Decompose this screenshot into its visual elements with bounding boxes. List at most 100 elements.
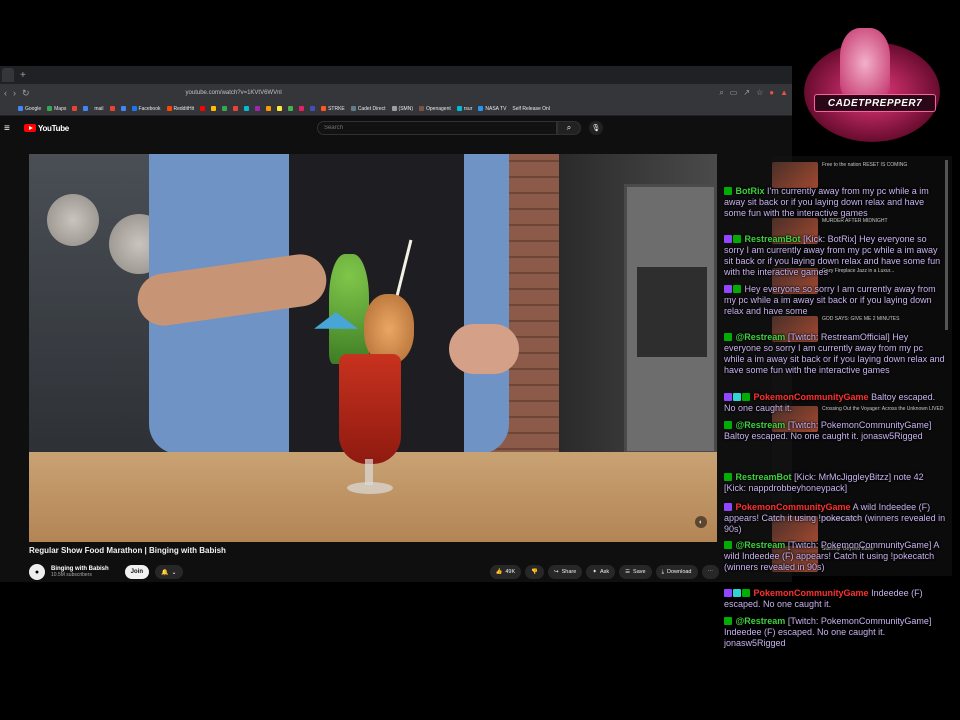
bookmark-favicon[interactable] [277,106,283,111]
url-field[interactable]: youtube.com/watch?v=1KVtV6WVnl [186,90,282,96]
chat-username: @Restream [735,616,786,626]
channel-watermark-icon[interactable]: ◐ [695,516,707,528]
share-button[interactable]: ↪ Share [548,565,583,579]
share-icon: ↪ [554,569,559,575]
twitch-badge-icon [724,503,732,511]
chevron-down-icon: ⌄ [171,569,177,576]
subscriber-count: 10.5M subscribers [51,572,92,578]
chat-message: RestreamBot [Kick: MrMcJiggleyBitzz] not… [724,472,946,494]
bookmark-favicon[interactable] [211,106,217,111]
bookmark-item[interactable]: rsur [456,106,472,112]
bookmark-item[interactable]: Self Release Onl [512,106,550,112]
chat-message: Hey everyone so sorry I am currently awa… [724,284,946,317]
share-page-icon[interactable]: ↗ [743,88,750,98]
channel-row: ● Binging with Babish 10.5M subscribers … [29,561,719,582]
more-actions-button[interactable]: ⋯ [701,565,719,579]
bookmark-favicon[interactable] [266,106,272,111]
bookmark-item[interactable]: Maps [47,106,66,112]
voice-search-button[interactable]: 🎙 [588,121,603,135]
kick-badge-icon [724,421,732,429]
search-input[interactable] [316,121,557,135]
kick-badge-icon [724,617,732,625]
chef-right-hand [449,324,519,374]
download-icon: ⤓ [661,568,665,575]
search-button[interactable]: ⌕ [556,121,581,135]
search-box: ⌕ 🎙 [316,121,603,135]
chat-message: @Restream [Twitch: PokemonCommunityGame]… [724,420,946,442]
chat-message: PokemonCommunityGame Indeedee (F) escape… [724,588,946,610]
bookmark-favicon[interactable] [83,106,89,111]
join-button[interactable]: Join [124,565,150,579]
download-button[interactable]: ⤓ Download [655,565,698,579]
bookmark-item[interactable]: Openagent [419,106,451,112]
save-button[interactable]: ☰ Save [619,565,652,579]
kick-badge-icon [724,473,732,481]
chat-username: RestreamBot [744,234,801,244]
like-button[interactable]: 👍 49K [489,565,522,579]
bookmark-favicon[interactable] [310,106,316,111]
wall-oven [624,184,717,454]
cast-icon[interactable]: ▭ [730,88,738,98]
bookmark-favicon[interactable] [222,106,228,111]
bookmark-favicon[interactable] [200,106,206,111]
channel-avatar[interactable]: ● [29,564,45,580]
bookmark-item[interactable]: NASA TV [478,106,506,112]
ask-button[interactable]: ✦ Ask [586,565,616,579]
kick-badge-icon [724,333,732,341]
extension-icon[interactable]: ● [769,88,774,98]
video-player[interactable]: ◐ [29,154,717,542]
back-icon[interactable]: ‹ [4,88,7,98]
forward-icon[interactable]: › [13,88,16,98]
channel-info: Binging with Babish 10.5M subscribers [51,566,109,578]
youtube-logo[interactable]: YouTube [24,124,69,133]
bookmark-item[interactable]: Cadet Direct [350,106,386,112]
reload-icon[interactable]: ↻ [22,88,30,99]
notifications-button[interactable]: 🔔 ⌄ [155,565,183,579]
microphone-icon: 🎙 [591,125,601,132]
bookmark-favicon[interactable] [109,106,115,111]
video-title: Regular Show Food Marathon | Binging wit… [29,546,226,555]
browser-window: + ‹ › ↻ youtube.com/watch?v=1KVtV6WVnl ⌕… [0,66,792,582]
chat-username: PokemonCommunityGame [735,502,851,512]
sparkle-icon: ✦ [592,569,597,575]
bookmark-item[interactable]: RedditHit [166,106,194,112]
bookmark-item[interactable]: STRKE [321,106,345,112]
bookmark-item[interactable]: mail [94,106,103,112]
tab-strip: + [0,66,792,84]
chat-message: RestreamBot [Kick: BotRix] Hey everyone … [724,234,946,278]
twitch-badge-icon [724,589,732,597]
streamer-logo: CADETPREPPER7 [800,28,948,148]
bookmark-item[interactable]: Facebook [131,106,161,112]
bookmark-item[interactable]: (SMN) [391,106,413,112]
chat-username: PokemonCommunityGame [753,588,869,598]
bookmark-favicon[interactable] [299,106,305,111]
chat-username: BotRix [735,186,765,196]
bookmark-favicon[interactable] [288,106,294,111]
bookmark-favicon[interactable] [233,106,239,111]
dislike-button[interactable]: 👎 [525,565,545,579]
kick-badge-icon [724,187,732,195]
profile-icon[interactable]: ▲ [780,88,788,98]
logo-text: CADETPREPPER7 [827,97,923,109]
chat-username: @Restream [735,332,786,342]
chat-message: @Restream [Twitch: RestreamOfficial] Hey… [724,332,946,376]
new-tab-icon[interactable]: + [20,70,26,81]
kick-badge-icon [724,541,732,549]
chat-message: @Restream [Twitch: PokemonCommunityGame]… [724,616,946,649]
kick-badge-icon [742,589,750,597]
chat-message: PokemonCommunityGame Baltoy escaped. No … [724,392,946,414]
bloody-mary-glass [339,354,401,464]
bookmark-favicon[interactable] [120,106,126,111]
bookmark-item[interactable]: Google [18,106,41,112]
logo-banner: CADETPREPPER7 [814,94,936,112]
chat-username: @Restream [735,540,786,550]
bookmark-favicon[interactable] [72,106,78,111]
bookmark-star-icon[interactable]: ☆ [756,88,763,98]
bookmark-favicon[interactable] [255,106,261,111]
kick-badge-icon [733,285,741,293]
bookmark-favicon[interactable] [244,106,250,111]
zoom-icon[interactable]: ⌕ [719,88,723,98]
logo-character [840,28,890,98]
browser-tab[interactable] [2,68,14,82]
hamburger-menu-icon[interactable]: ≡ [4,123,16,134]
